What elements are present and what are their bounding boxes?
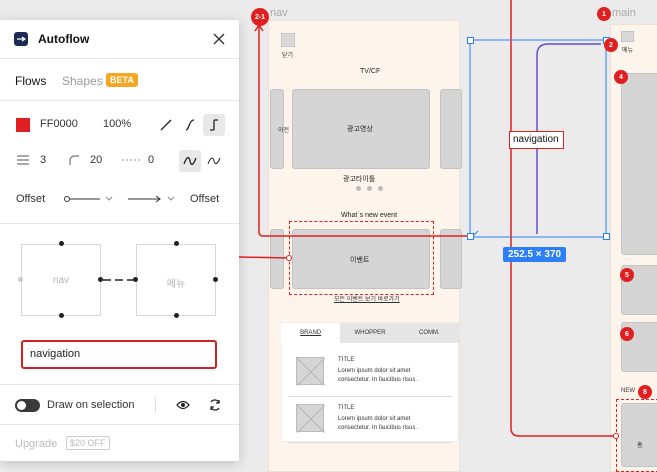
straight-line-icon <box>160 119 172 131</box>
straight-line-button[interactable] <box>155 114 177 136</box>
target-node-preview: 메뉴 <box>136 244 216 316</box>
wave-icon <box>183 156 197 166</box>
offset-end-label: Offset <box>190 193 220 205</box>
handdrawn-stroke-button[interactable] <box>203 150 225 172</box>
corner-radius-icon <box>69 155 79 165</box>
curved-line-button[interactable] <box>179 114 201 136</box>
draw-on-selection-toggle[interactable] <box>15 399 40 412</box>
draw-on-selection-label: Draw on selection <box>47 399 135 411</box>
badge-1: 1 <box>597 7 611 21</box>
solid-stroke-button[interactable] <box>179 150 201 172</box>
stroke-width-icon <box>17 155 29 165</box>
selection-handle-bl[interactable] <box>467 233 474 240</box>
stroke-width-field[interactable]: 3 <box>40 154 46 166</box>
corner-radius-field[interactable]: 20 <box>90 154 102 166</box>
anchor-dot <box>59 313 64 318</box>
anchor-dot <box>174 241 179 246</box>
close-icon[interactable] <box>213 33 225 45</box>
elbow-line-button[interactable] <box>203 114 225 136</box>
source-node-preview: nav <box>21 244 101 316</box>
anchor-dot <box>18 277 23 282</box>
curved-line-icon <box>185 119 195 131</box>
divider <box>0 223 239 224</box>
color-swatch[interactable] <box>16 118 30 132</box>
divider <box>0 58 239 59</box>
dash-icon <box>122 159 142 161</box>
connector-label-box[interactable]: navigation <box>509 131 564 149</box>
connector-label-input[interactable]: navigation <box>21 340 217 369</box>
size-tag: 252.5 × 370 <box>503 247 567 262</box>
divider <box>0 384 239 385</box>
divider <box>0 424 239 425</box>
target-node-label: 메뉴 <box>166 279 186 290</box>
opacity-field[interactable]: 100% <box>103 118 131 130</box>
panel-header: Autoflow <box>14 32 89 46</box>
eye-icon[interactable] <box>176 400 190 410</box>
autoflow-logo-icon <box>14 32 28 46</box>
start-marker-select[interactable] <box>64 194 116 204</box>
badge-5: 5 <box>620 268 634 282</box>
badge-8: 8 <box>638 385 652 399</box>
dash-field[interactable]: 0 <box>148 154 154 166</box>
panel-title: Autoflow <box>38 32 90 46</box>
anchor-dot <box>213 277 218 282</box>
source-node-label: nav <box>52 275 70 286</box>
tab-flows[interactable]: Flows <box>15 74 46 88</box>
elbow-line-icon <box>210 119 218 131</box>
anchor-dot <box>59 241 64 246</box>
tab-shapes[interactable]: Shapes <box>62 74 103 88</box>
anchor-dot <box>174 313 179 318</box>
color-hex-field[interactable]: FF0000 <box>40 118 78 130</box>
divider <box>0 100 239 101</box>
divider <box>155 397 156 413</box>
beta-badge: BETA <box>106 73 138 87</box>
selection-handle-br[interactable] <box>603 233 610 240</box>
autoflow-panel: Autoflow Flows Shapes BETA FF0000 100% 3… <box>0 20 239 461</box>
badge-4: 4 <box>614 70 628 84</box>
refresh-icon[interactable] <box>208 398 222 412</box>
preview-connector <box>103 279 137 281</box>
end-marker-select[interactable] <box>127 194 179 204</box>
offset-start-label: Offset <box>16 193 46 205</box>
badge-2: 2 <box>604 38 618 52</box>
upgrade-link[interactable]: Upgrade <box>15 438 57 450</box>
handdrawn-wave-icon <box>207 157 221 165</box>
badge-6: 6 <box>620 327 634 341</box>
badge-2-1: 2-1 <box>251 8 269 26</box>
selection-handle-tl[interactable] <box>467 37 474 44</box>
discount-badge: $20 OFF <box>66 436 110 450</box>
